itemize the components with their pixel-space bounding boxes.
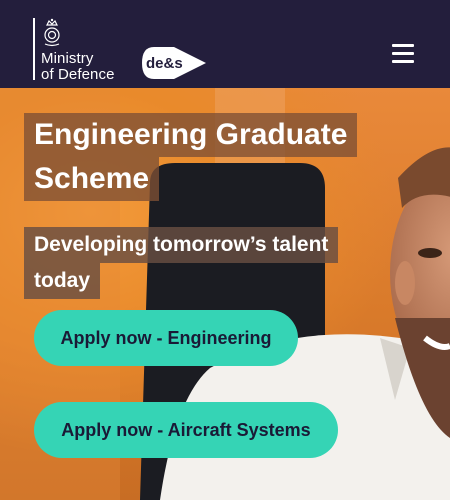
site-header: Ministry of Defence de&s xyxy=(0,0,450,88)
org-name: Ministry of Defence xyxy=(41,50,115,83)
menu-bar xyxy=(392,44,414,47)
hamburger-menu-icon[interactable] xyxy=(392,44,414,64)
mod-logo[interactable]: Ministry of Defence xyxy=(33,18,133,83)
title-line-2: Scheme xyxy=(24,157,160,201)
menu-bar xyxy=(392,60,414,63)
subtitle-line-1: Developing tomorrow’s talent xyxy=(24,227,339,263)
apply-engineering-button[interactable]: Apply now - Engineering xyxy=(34,310,298,366)
page-title: Engineering Graduate Scheme xyxy=(24,113,358,201)
menu-bar xyxy=(392,52,414,55)
page-subtitle: Developing tomorrow’s talent today xyxy=(24,227,339,299)
logo-divider xyxy=(33,18,35,80)
royal-crest-icon xyxy=(44,18,60,47)
apply-aircraft-systems-button[interactable]: Apply now - Aircraft Systems xyxy=(34,402,338,458)
title-line-1: Engineering Graduate xyxy=(24,113,358,157)
subtitle-line-2: today xyxy=(24,263,101,299)
des-logo-text: de&s xyxy=(146,55,183,72)
